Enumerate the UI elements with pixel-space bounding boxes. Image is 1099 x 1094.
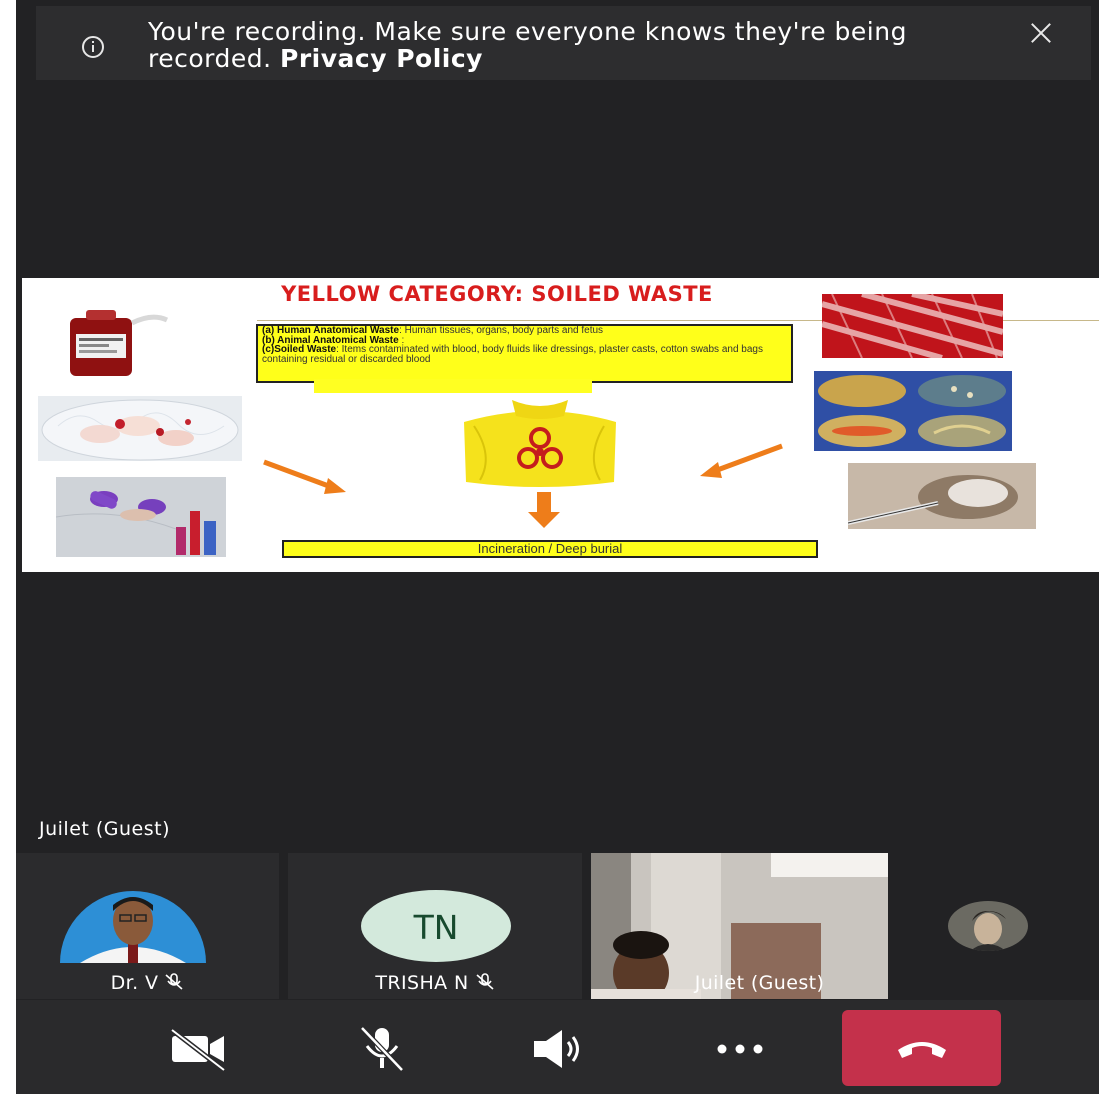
avatar	[948, 901, 1028, 951]
participant-tile-other[interactable]	[896, 853, 1099, 999]
shared-screen-slide: YELLOW CATEGORY: SOILED WASTE (a) Human …	[22, 278, 1099, 572]
recording-message: You're recording. Make sure everyone kno…	[148, 18, 988, 72]
camera-off-icon[interactable]	[168, 1024, 228, 1074]
avatar	[60, 891, 206, 963]
participant-tile-trisha-n[interactable]: TN TRISHA N	[288, 853, 582, 999]
arrow-down-icon	[528, 492, 560, 528]
info-icon	[82, 36, 104, 58]
waste-definitions: (a) Human Anatomical Waste: Human tissue…	[256, 324, 793, 383]
arrow-right-icon	[700, 443, 783, 478]
definition-soiled: (c)Soiled Waste: Items contaminated with…	[262, 344, 763, 365]
participant-tile-juilet[interactable]: Juilet (Guest)	[591, 853, 888, 999]
participant-tile-dr-v[interactable]: Dr. V	[16, 853, 279, 999]
privacy-policy-link[interactable]: Privacy Policy	[280, 44, 483, 73]
disposal-method: Incineration / Deep burial	[282, 540, 818, 558]
tissue-waste-image	[38, 396, 242, 461]
slide-title: YELLOW CATEGORY: SOILED WASTE	[281, 282, 713, 306]
close-icon[interactable]	[1026, 18, 1056, 48]
culture-plates-image	[814, 371, 1012, 451]
arrow-left-icon	[263, 459, 346, 494]
lab-gloves-image	[56, 477, 226, 557]
participant-name: Juilet (Guest)	[694, 972, 825, 994]
avatar-initials: TN	[361, 890, 511, 962]
active-speaker-label: Juilet (Guest)	[39, 818, 171, 840]
mic-muted-icon	[476, 973, 494, 990]
blood-bag-image	[62, 308, 172, 378]
mic-off-icon[interactable]	[352, 1024, 412, 1074]
hangup-button[interactable]	[842, 1010, 1001, 1086]
speaker-icon[interactable]	[528, 1024, 588, 1074]
participant-name: Dr. V	[16, 972, 279, 994]
recording-text: You're recording. Make sure everyone kno…	[148, 17, 907, 73]
mic-muted-icon	[165, 973, 183, 990]
participant-name: TRISHA N	[288, 972, 582, 994]
call-controls	[16, 1000, 1099, 1094]
hangup-icon	[898, 1042, 946, 1058]
meeting-screen: You're recording. Make sure everyone kno…	[16, 0, 1099, 1094]
animal-handling-image	[848, 463, 1036, 529]
biohazard-bag-image	[454, 396, 626, 491]
definitions-highlight	[314, 379, 592, 393]
recording-banner: You're recording. Make sure everyone kno…	[36, 6, 1091, 80]
more-icon[interactable]	[710, 1024, 770, 1074]
bloody-gauze-image	[822, 294, 1003, 358]
